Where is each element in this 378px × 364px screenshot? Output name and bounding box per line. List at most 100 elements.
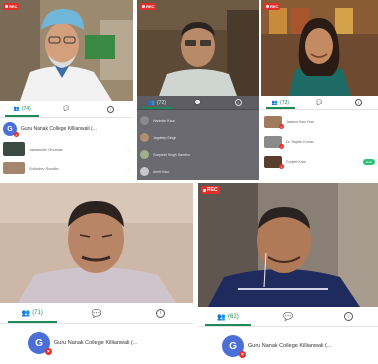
info-icon: i (235, 99, 243, 106)
chat-icon: 💬 (316, 99, 323, 106)
mic-off-icon: × (14, 132, 19, 137)
recording-label: REC (207, 187, 218, 193)
speaker-looking-down-image (0, 183, 193, 303)
avatar-letter: G (35, 337, 43, 349)
tab-info[interactable]: i (318, 307, 378, 326)
chat-icon: 💬 (283, 312, 293, 321)
people-icon: 👥 (148, 99, 155, 106)
tab-info[interactable]: i (339, 96, 378, 109)
list-item[interactable]: Harinder Kaur (137, 112, 259, 129)
participant-name: Guru Nanak College Killianwali (... (248, 343, 332, 349)
row-menu[interactable]: ... (127, 147, 130, 152)
avatar (3, 142, 25, 156)
tab-info[interactable]: i (89, 101, 133, 117)
tab-bar: 👥 (71) 💬 i (0, 303, 193, 324)
list-item[interactable]: Amrit Kaur (137, 163, 259, 180)
speaker-turban-image (0, 0, 133, 101)
tab-participants[interactable]: 👥 (62) (198, 307, 258, 326)
speaker-glasses-image (137, 0, 259, 96)
list-item[interactable]: Sukhdev Sandhu ... (0, 159, 133, 177)
list-item[interactable]: × Dr. Rajesh Kumar (261, 132, 378, 152)
participant-name: Gurjeet Kaur (286, 160, 306, 164)
video-call-collage: REC 👥 (74) 💬 i G × Guru Nanak College Ki… (0, 0, 378, 364)
video-feed-4 (0, 183, 193, 303)
list-item[interactable]: × Gurjeet Kaur Host (261, 152, 378, 172)
tile-5: REC 👥 (62) 💬 i G × Guru Nanak College Ki… (198, 183, 378, 364)
avatar (140, 133, 149, 142)
list-item[interactable]: Gurpreet Singh Sandhu (137, 146, 259, 163)
list-item[interactable]: Jaswinder Ghuman ... (0, 139, 133, 159)
tab-participants[interactable]: 👥 (72) (137, 96, 178, 109)
participants-count: (74) (21, 106, 31, 112)
participants-count: (73) (280, 99, 290, 106)
speaker-earphones-image (198, 183, 378, 307)
list-item[interactable]: Jagdeep Singh (137, 129, 259, 146)
participant-list: G × Guru Nanak College Killianwali (... (198, 329, 378, 363)
tab-chat[interactable]: 💬 (178, 96, 219, 109)
video-feed-2: REC (137, 0, 259, 96)
tile-1: REC 👥 (74) 💬 i G × Guru Nanak College Ki… (0, 0, 133, 180)
tab-bar: 👥 (74) 💬 i (0, 101, 133, 118)
info-icon: i (107, 105, 115, 113)
avatar: G × (222, 335, 246, 358)
info-icon: i (355, 99, 362, 106)
tab-chat[interactable]: 💬 (44, 101, 88, 117)
video-feed-1: REC (0, 0, 133, 101)
participant-name: Sukhdev Sandhu (29, 165, 60, 171)
avatar-letter: G (229, 340, 237, 352)
tab-chat[interactable]: 💬 (300, 96, 339, 109)
avatar: × (264, 156, 284, 169)
list-item[interactable]: G × Guru Nanak College Killianwali (... (0, 326, 193, 360)
chat-icon: 💬 (91, 308, 102, 318)
participant-list: G × Guru Nanak College Killianwali (... (0, 326, 193, 360)
avatar (140, 150, 149, 159)
participant-name: Guru Nanak College Killianwali (... (54, 340, 138, 346)
participant-name: Amrit Kaur (153, 169, 170, 174)
list-item[interactable]: G × Guru Nanak College Killianwali (... (0, 119, 133, 139)
tile-2: REC 👥 (72) 💬 i Harinder Kaur Jagdeep Sin… (137, 0, 259, 180)
video-feed-3: REC (261, 0, 378, 96)
recording-badge: REC (140, 3, 157, 10)
tab-bar: 👥 (62) 💬 i (198, 307, 378, 327)
mic-off-icon: × (279, 124, 284, 129)
tab-participants[interactable]: 👥 (71) (0, 303, 64, 323)
tab-participants[interactable]: 👥 (74) (0, 101, 44, 117)
tab-bar: 👥 (72) 💬 i (137, 96, 259, 110)
tab-chat[interactable]: 💬 (64, 303, 128, 323)
list-item[interactable]: × Jasleen Kaur Brar (261, 112, 378, 132)
tab-chat[interactable]: 💬 (258, 307, 318, 326)
participant-name: Jasleen Kaur Brar (286, 120, 315, 124)
participants-count: (72) (157, 99, 166, 106)
mic-off-icon: × (279, 144, 284, 149)
participant-name: Dr. Rajesh Kumar (286, 140, 314, 144)
mic-off-icon: × (239, 351, 246, 358)
list-item[interactable]: G × Guru Nanak College Killianwali (... (198, 329, 378, 363)
participant-name: Gurpreet Singh Sandhu (153, 152, 190, 157)
speaker-woman-image (261, 0, 378, 96)
recording-label: REC (270, 4, 279, 9)
people-icon: 👥 (13, 106, 20, 112)
participants-count: (71) (32, 310, 43, 316)
participants-count: (62) (228, 313, 239, 320)
recording-badge: REC (3, 3, 20, 10)
avatar (3, 162, 25, 174)
people-icon: 👥 (21, 310, 31, 317)
participant-name: Jaswinder Ghuman (29, 146, 64, 152)
tab-participants[interactable]: 👥 (73) (261, 96, 300, 109)
avatar: × (264, 116, 284, 129)
avatar-letter: G (7, 125, 13, 133)
people-icon: 👥 (271, 99, 279, 106)
participant-list: G × Guru Nanak College Killianwali (... … (0, 119, 133, 177)
row-menu[interactable]: ... (127, 166, 130, 171)
participant-list: × Jasleen Kaur Brar × Dr. Rajesh Kumar ×… (261, 112, 378, 172)
info-icon: i (156, 308, 166, 318)
people-icon: 👥 (217, 313, 227, 321)
avatar (140, 167, 149, 176)
avatar: × (264, 136, 284, 149)
avatar: G × (28, 332, 52, 355)
tab-info[interactable]: i (218, 96, 259, 109)
tab-bar: 👥 (73) 💬 i (261, 96, 378, 110)
recording-badge: REC (201, 186, 220, 194)
tab-info[interactable]: i (129, 303, 193, 323)
recording-label: REC (9, 4, 18, 9)
